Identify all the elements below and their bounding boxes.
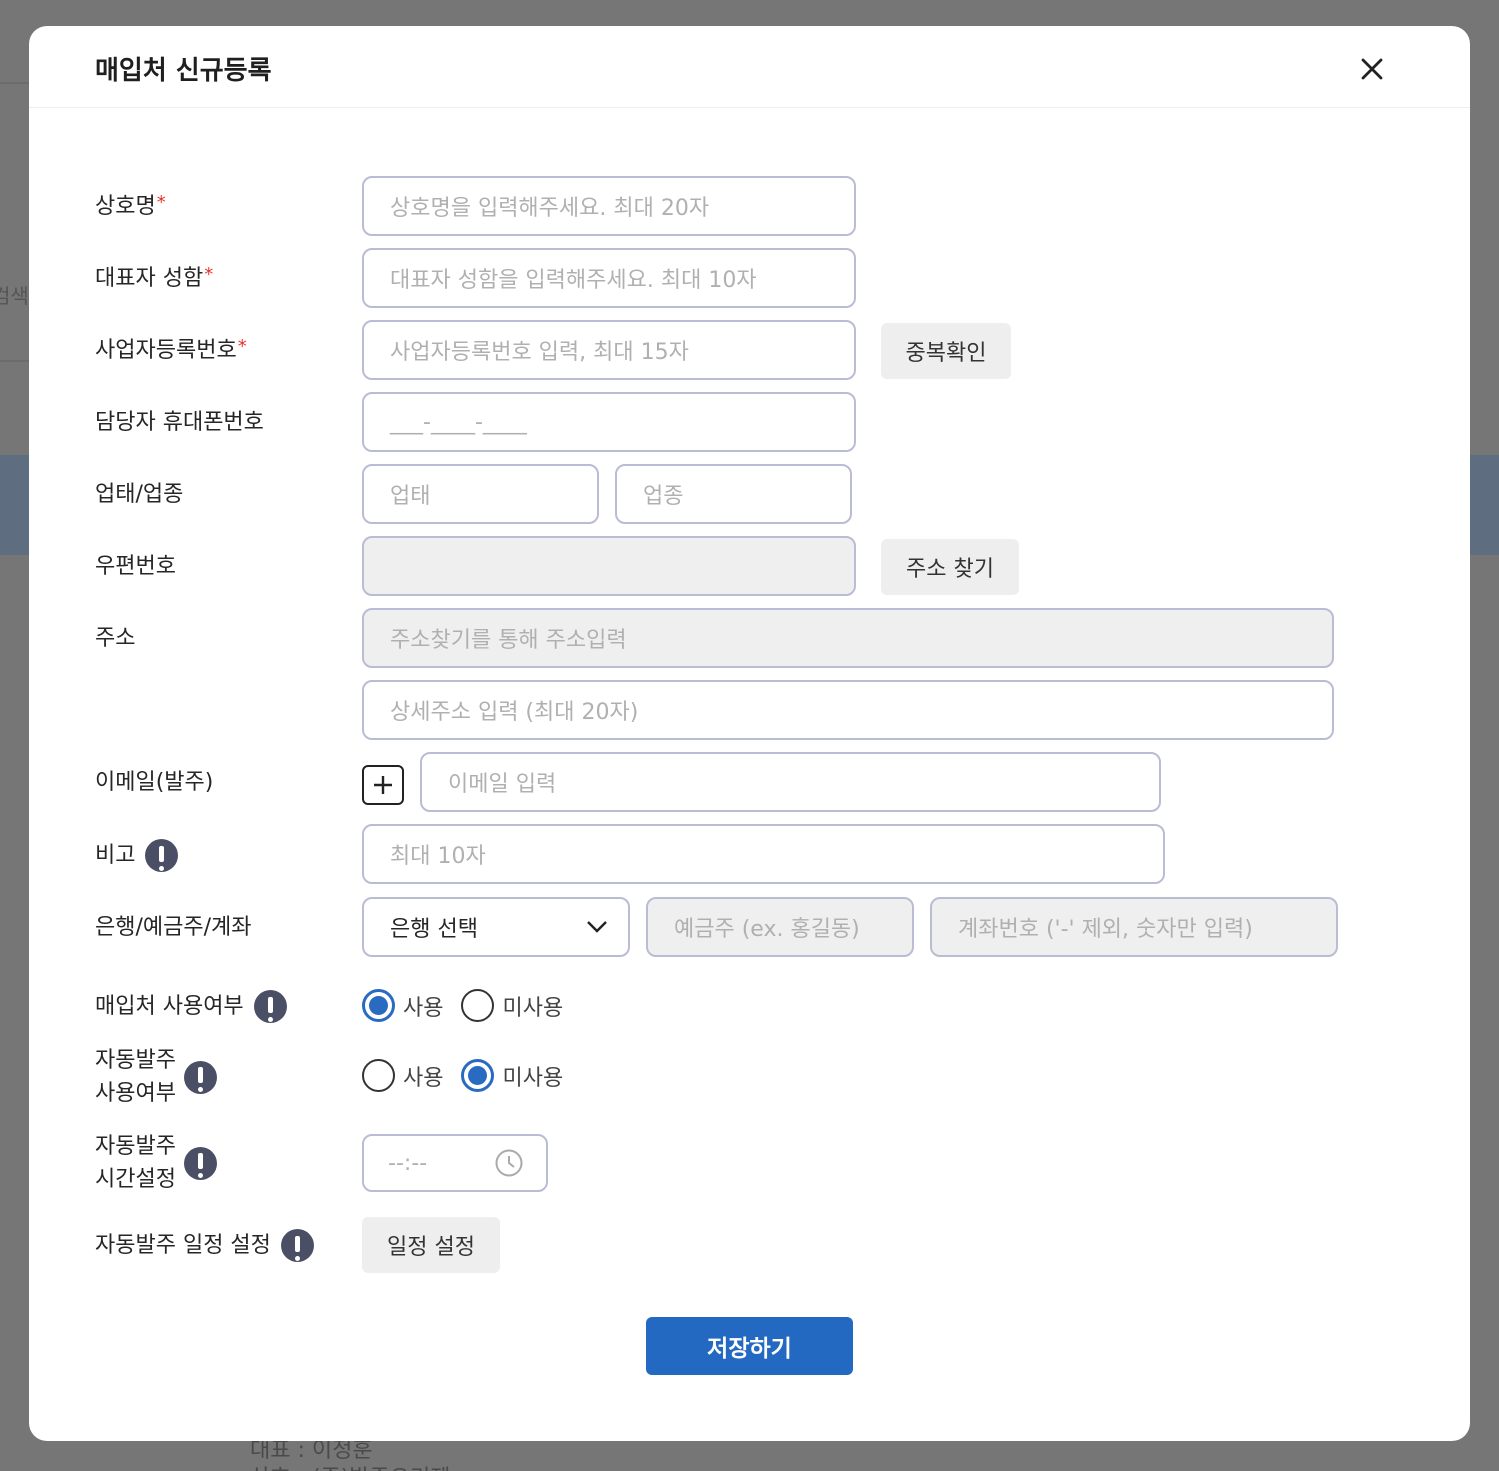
business-number-label-text: 사업자등록번호 bbox=[95, 338, 237, 363]
auto-order-schedule-label: 자동발주 일정 설정 bbox=[95, 1229, 314, 1262]
background-footer-line-2: 상호 : (주)발주오리젠 bbox=[250, 1460, 451, 1471]
auto-order-use-radio-group: 사용 미사용 bbox=[362, 1059, 581, 1092]
required-mark: * bbox=[204, 264, 214, 285]
radio-label: 사용 bbox=[403, 995, 444, 1021]
radio-circle bbox=[461, 1059, 495, 1092]
schedule-setting-button[interactable]: 일정 설정 bbox=[362, 1217, 500, 1273]
auto-order-radio-unused[interactable]: 미사용 bbox=[461, 1059, 563, 1092]
business-item-placeholder: 업종 bbox=[643, 484, 684, 509]
auto-order-use-label-line1: 자동발주 bbox=[95, 1048, 176, 1073]
auto-order-time-input[interactable]: --:-- bbox=[362, 1134, 548, 1192]
info-icon[interactable] bbox=[145, 839, 179, 872]
ceo-name-label: 대표자 성함 * bbox=[95, 263, 213, 295]
modal-header: 매입처 신규등록 bbox=[29, 26, 1470, 108]
business-name-placeholder: 상호명을 입력해주세요. 최대 20자 bbox=[390, 196, 710, 221]
address-label: 주소 bbox=[95, 626, 136, 651]
auto-order-use-label: 자동발주 사용여부 bbox=[95, 1044, 217, 1110]
account-holder-input[interactable]: 예금주 (ex. 홍길동) bbox=[646, 897, 914, 957]
vendor-use-radio-use[interactable]: 사용 bbox=[362, 989, 443, 1022]
business-type-input[interactable]: 업태 bbox=[362, 464, 599, 524]
account-number-input[interactable]: 계좌번호 ('-' 제외, 숫자만 입력) bbox=[930, 897, 1338, 957]
time-placeholder: --:-- bbox=[388, 1150, 428, 1176]
required-mark: * bbox=[237, 336, 247, 357]
bank-select-value: 은행 선택 bbox=[390, 917, 478, 942]
vendor-register-modal: 매입처 신규등록 상호명 * 상호명을 입력해주세요. 최대 20자 대표자 성함… bbox=[29, 26, 1470, 1441]
radio-circle bbox=[461, 989, 495, 1022]
info-icon[interactable] bbox=[183, 1146, 217, 1180]
modal-title: 매입처 신규등록 bbox=[95, 56, 272, 86]
auto-order-schedule-label-text: 자동발주 일정 설정 bbox=[95, 1232, 271, 1258]
radio-circle bbox=[362, 1059, 395, 1092]
radio-circle bbox=[362, 989, 395, 1022]
memo-placeholder: 최대 10자 bbox=[390, 844, 486, 869]
auto-order-radio-use[interactable]: 사용 bbox=[362, 1059, 443, 1092]
phone-placeholder: ___-____-____ bbox=[390, 409, 527, 435]
address-detail-placeholder: 상세주소 입력 (최대 20자) bbox=[390, 700, 639, 725]
duplicate-check-button[interactable]: 중복확인 bbox=[881, 323, 1011, 379]
ceo-name-placeholder: 대표자 성함을 입력해주세요. 최대 10자 bbox=[390, 268, 757, 293]
auto-order-time-label-line1: 자동발주 bbox=[95, 1134, 176, 1159]
business-name-label-text: 상호명 bbox=[95, 194, 156, 219]
info-icon[interactable] bbox=[280, 1229, 314, 1262]
business-name-label: 상호명 * bbox=[95, 191, 166, 223]
address-detail-input[interactable]: 상세주소 입력 (최대 20자) bbox=[362, 680, 1334, 740]
vendor-use-radio-group: 사용 미사용 bbox=[362, 989, 581, 1022]
auto-order-use-label-text: 자동발주 사용여부 bbox=[95, 1044, 176, 1110]
vendor-use-label-text: 매입처 사용여부 bbox=[95, 993, 244, 1019]
memo-input[interactable]: 최대 10자 bbox=[362, 824, 1165, 884]
business-number-label: 사업자등록번호 * bbox=[95, 335, 247, 367]
ceo-name-label-text: 대표자 성함 bbox=[95, 266, 204, 291]
account-holder-placeholder: 예금주 (ex. 홍길동) bbox=[674, 917, 860, 942]
memo-label-text: 비고 bbox=[95, 842, 136, 868]
auto-order-use-label-line2: 사용여부 bbox=[95, 1081, 176, 1106]
email-placeholder: 이메일 입력 bbox=[448, 772, 557, 797]
info-icon[interactable] bbox=[183, 1060, 217, 1094]
business-type-label: 업태/업종 bbox=[95, 482, 184, 507]
vendor-use-radio-unused[interactable]: 미사용 bbox=[461, 989, 563, 1022]
business-item-input[interactable]: 업종 bbox=[615, 464, 852, 524]
background-divider bbox=[0, 360, 30, 362]
address-input: 주소찾기를 통해 주소입력 bbox=[362, 608, 1334, 668]
radio-label: 미사용 bbox=[502, 1065, 564, 1091]
business-type-placeholder: 업태 bbox=[390, 484, 431, 509]
add-email-button[interactable] bbox=[362, 765, 404, 805]
bank-select[interactable]: 은행 선택 bbox=[362, 897, 630, 957]
email-label: 이메일(발주) bbox=[95, 770, 214, 795]
ceo-name-input[interactable]: 대표자 성함을 입력해주세요. 최대 10자 bbox=[362, 248, 856, 308]
email-input[interactable]: 이메일 입력 bbox=[420, 752, 1161, 812]
address-search-button[interactable]: 주소 찾기 bbox=[881, 539, 1019, 595]
info-icon[interactable] bbox=[253, 990, 287, 1023]
clock-icon[interactable] bbox=[494, 1148, 524, 1178]
auto-order-time-label: 자동발주 시간설정 bbox=[95, 1130, 217, 1196]
bank-label: 은행/예금주/계좌 bbox=[95, 915, 252, 940]
vendor-use-label: 매입처 사용여부 bbox=[95, 990, 287, 1023]
phone-input[interactable]: ___-____-____ bbox=[362, 392, 856, 452]
account-number-placeholder: 계좌번호 ('-' 제외, 숫자만 입력) bbox=[958, 917, 1253, 942]
zipcode-input bbox=[362, 536, 856, 596]
radio-label: 사용 bbox=[403, 1065, 444, 1091]
phone-label: 담당자 휴대폰번호 bbox=[95, 410, 264, 435]
chevron-down-icon bbox=[587, 921, 607, 933]
background-divider bbox=[0, 82, 30, 84]
business-number-input[interactable]: 사업자등록번호 입력, 최대 15자 bbox=[362, 320, 856, 380]
plus-icon bbox=[374, 776, 392, 794]
auto-order-time-label-line2: 시간설정 bbox=[95, 1167, 176, 1192]
close-icon bbox=[1361, 58, 1383, 80]
background-search-fragment: 검색 bbox=[0, 284, 29, 308]
business-name-input[interactable]: 상호명을 입력해주세요. 최대 20자 bbox=[362, 176, 856, 236]
radio-label: 미사용 bbox=[502, 995, 564, 1021]
business-number-placeholder: 사업자등록번호 입력, 최대 15자 bbox=[390, 340, 689, 365]
memo-label: 비고 bbox=[95, 839, 179, 872]
auto-order-time-label-text: 자동발주 시간설정 bbox=[95, 1130, 176, 1196]
address-placeholder: 주소찾기를 통해 주소입력 bbox=[390, 628, 627, 653]
zipcode-label: 우편번호 bbox=[95, 554, 176, 579]
required-mark: * bbox=[156, 192, 166, 213]
save-button[interactable]: 저장하기 bbox=[646, 1317, 853, 1375]
close-button[interactable] bbox=[1351, 48, 1393, 90]
